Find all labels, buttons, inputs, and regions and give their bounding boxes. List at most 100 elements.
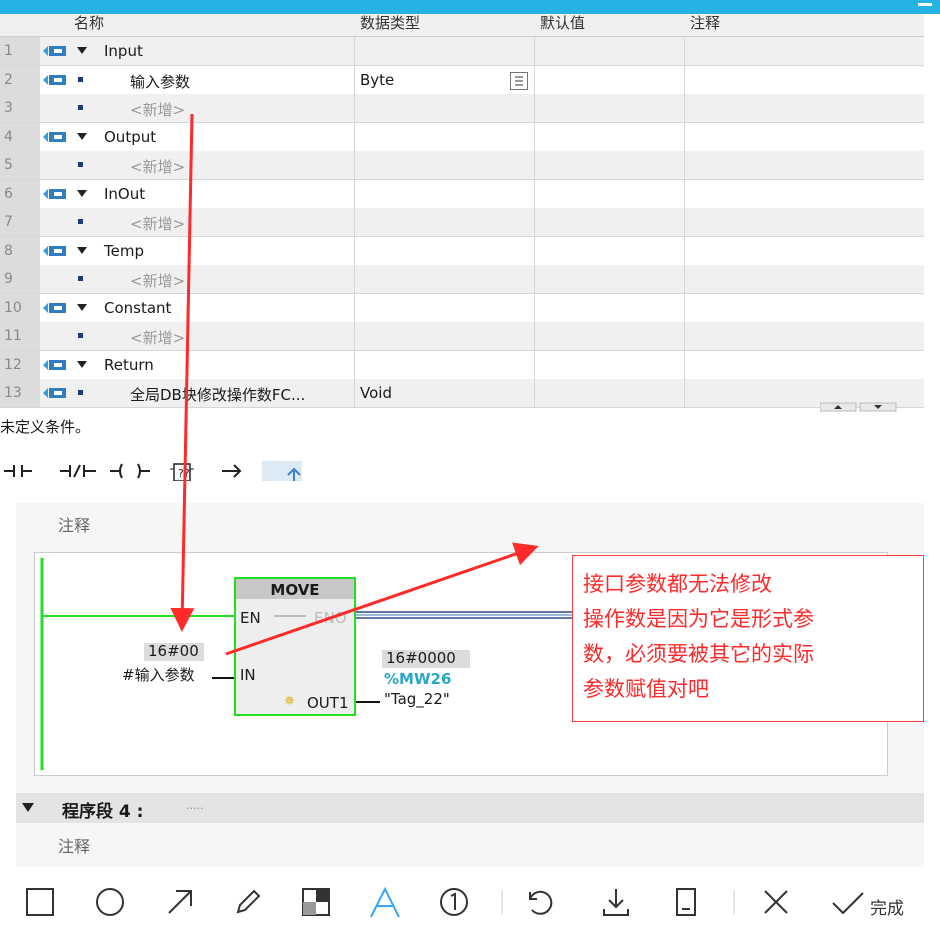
row-name[interactable]: <新增>	[130, 156, 185, 177]
empty-box-icon[interactable]: ??	[168, 461, 198, 481]
condition-text: 未定义条件。	[0, 418, 91, 436]
open-branch-icon[interactable]	[220, 461, 250, 481]
row-name[interactable]: 全局DB块修改操作数FC...	[130, 384, 305, 405]
row-name[interactable]: <新增>	[130, 213, 185, 234]
column-divider	[684, 379, 685, 407]
download-icon[interactable]	[600, 886, 632, 918]
header-name[interactable]: 名称	[74, 12, 104, 33]
segment-4-title: 程序段 4 :	[62, 802, 144, 822]
interface-icon	[43, 74, 67, 86]
table-row[interactable]: 5 <新增>	[0, 151, 924, 180]
row-name[interactable]: InOut	[104, 185, 145, 203]
interface-icon	[43, 302, 67, 314]
pencil-icon[interactable]	[232, 886, 264, 918]
network-comment[interactable]: 注释	[58, 512, 90, 536]
out-value: 16#0000	[386, 649, 456, 667]
no-contact-icon[interactable]	[2, 461, 46, 481]
cancel-icon[interactable]	[760, 886, 792, 918]
row-name[interactable]: Input	[104, 42, 143, 60]
out1-pin: OUT1	[307, 694, 349, 712]
in-value[interactable]: 16#00	[148, 642, 199, 660]
mosaic-icon[interactable]	[300, 886, 332, 918]
number-icon[interactable]	[438, 886, 470, 918]
datatype-picker-icon[interactable]	[510, 71, 528, 90]
row-name[interactable]: 输入参数	[130, 71, 190, 92]
table-row[interactable]: 9 <新增>	[0, 265, 924, 294]
table-row[interactable]: 10 Constant	[0, 293, 924, 323]
row-number: 9	[0, 265, 40, 293]
column-divider	[354, 208, 355, 236]
annotation-note[interactable]: 接口参数都无法修改 操作数是因为它是形式参 数，必须要被其它的实际 参数赋值对吧	[572, 555, 924, 722]
out-address[interactable]: %MW26	[384, 670, 451, 688]
divider-2	[733, 890, 735, 914]
row-name[interactable]: <新增>	[130, 270, 185, 291]
column-divider	[534, 151, 535, 179]
done-button[interactable]: 完成	[870, 894, 904, 919]
row-name[interactable]: <新增>	[130, 99, 185, 120]
row-number: 13	[0, 379, 40, 407]
table-row[interactable]: 7 <新增>	[0, 208, 924, 237]
nc-contact-icon[interactable]	[58, 461, 102, 481]
column-divider	[684, 208, 685, 236]
arrow-icon[interactable]	[164, 886, 196, 918]
move-block-title[interactable]: MOVE	[236, 581, 354, 599]
row-name[interactable]: Output	[104, 128, 156, 146]
table-row[interactable]: 12 Return	[0, 350, 924, 380]
column-divider	[534, 265, 535, 293]
interface-icon	[43, 245, 67, 257]
ladder-toolbar: ??	[0, 447, 310, 497]
table-row[interactable]: 6 InOut	[0, 179, 924, 209]
table-row[interactable]: 8 Temp	[0, 236, 924, 266]
text-icon[interactable]	[368, 886, 402, 920]
segment-4-header[interactable]: 程序段 4 : .....	[16, 793, 924, 823]
table-row[interactable]: 13 全局DB块修改操作数FC... Void	[0, 379, 924, 408]
column-divider	[354, 350, 355, 379]
table-row[interactable]: 2 输入参数 Byte	[0, 65, 924, 95]
column-divider	[354, 293, 355, 322]
scroll-arrows[interactable]	[820, 402, 900, 412]
row-number: 8	[0, 236, 40, 265]
table-row[interactable]: 1 Input	[0, 37, 924, 66]
row-number: 12	[0, 350, 40, 379]
row-name[interactable]: <新增>	[130, 327, 185, 348]
row-name[interactable]: Constant	[104, 299, 171, 317]
pin-icon[interactable]	[670, 886, 702, 918]
row-name[interactable]: Temp	[104, 242, 144, 260]
column-divider	[354, 265, 355, 293]
check-icon[interactable]	[830, 886, 866, 918]
circle-icon[interactable]	[94, 886, 126, 918]
expand-icon[interactable]	[77, 303, 87, 311]
table-row[interactable]: 3 <新增>	[0, 94, 924, 123]
table-row[interactable]: 4 Output	[0, 122, 924, 152]
minimize-icon[interactable]	[918, 3, 932, 6]
column-divider	[684, 65, 685, 94]
row-number: 7	[0, 208, 40, 236]
expand-icon[interactable]	[77, 246, 87, 254]
coil-icon[interactable]	[108, 461, 152, 481]
header-datatype[interactable]: 数据类型	[360, 12, 420, 33]
column-divider	[534, 236, 535, 265]
expand-icon[interactable]	[77, 360, 87, 368]
expand-icon[interactable]	[77, 132, 87, 140]
table-row[interactable]: 11 <新增>	[0, 322, 924, 351]
in-pin: IN	[240, 666, 256, 684]
segment-4-comment-area[interactable]: 注释	[16, 823, 924, 867]
rectangle-icon[interactable]	[24, 886, 56, 918]
row-name[interactable]: Return	[104, 356, 154, 374]
column-divider	[354, 151, 355, 179]
close-branch-icon[interactable]	[262, 461, 302, 481]
in-parameter[interactable]: #输入参数	[122, 664, 195, 685]
expand-icon[interactable]	[77, 47, 87, 54]
svg-text:??: ??	[178, 467, 190, 480]
collapse-icon[interactable]	[22, 803, 34, 813]
header-default[interactable]: 默认值	[540, 12, 585, 33]
column-divider	[354, 236, 355, 265]
undo-icon[interactable]	[522, 886, 554, 918]
row-number: 2	[0, 65, 40, 94]
bullet-icon	[78, 390, 83, 395]
out-tag[interactable]: "Tag_22"	[384, 690, 450, 708]
row-datatype[interactable]: Void	[360, 384, 392, 402]
expand-icon[interactable]	[77, 189, 87, 197]
header-comment[interactable]: 注释	[690, 12, 720, 33]
row-datatype[interactable]: Byte	[360, 71, 394, 89]
